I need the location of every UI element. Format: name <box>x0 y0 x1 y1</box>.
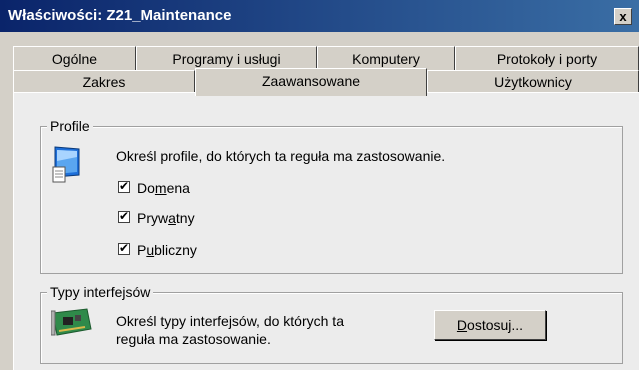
tab-label: Zakres <box>82 74 126 90</box>
interface-types-group-title: Typy interfejsów <box>47 284 154 300</box>
checkbox-domena-label: Domena <box>137 180 190 196</box>
profile-description: Określ profile, do których ta reguła ma … <box>116 148 446 164</box>
tab-komputery[interactable]: Komputery <box>317 46 455 70</box>
tab-ogolne[interactable]: Ogólne <box>13 46 136 70</box>
tab-programy-i-uslugi[interactable]: Programy i usługi <box>136 46 317 70</box>
tab-zakres[interactable]: Zakres <box>13 70 195 93</box>
network-card-icon <box>51 308 92 336</box>
tab-label: Protokoły i porty <box>496 51 598 67</box>
profile-group-title: Profile <box>47 118 93 134</box>
close-button[interactable]: x <box>614 8 632 25</box>
tab-protokoly-i-porty[interactable]: Protokoły i porty <box>455 46 639 70</box>
computer-profile-icon <box>52 146 80 183</box>
customize-button[interactable]: Dostosuj... <box>434 310 546 340</box>
checkbox-checked-icon[interactable] <box>118 179 130 193</box>
checkbox-prywatny-label: Prywatny <box>137 210 195 226</box>
tab-uzytkownicy[interactable]: Użytkownicy <box>427 70 639 93</box>
checkbox-publiczny-label: Publiczny <box>137 242 197 258</box>
tab-label: Ogólne <box>51 51 98 67</box>
tab-label: Zaawansowane <box>261 73 361 89</box>
window-title: Właściwości: Z21_Maintenance <box>8 7 232 24</box>
tab-label: Użytkownicy <box>494 74 572 90</box>
tab-zaawansowane[interactable]: Zaawansowane <box>195 68 427 96</box>
checkbox-checked-icon[interactable] <box>118 209 130 223</box>
title-bar: Właściwości: Z21_Maintenance x <box>0 0 639 32</box>
interface-description-line1: Określ typy interfejsów, do których ta <box>116 313 344 329</box>
checkbox-checked-icon[interactable] <box>118 241 130 255</box>
interface-types-group: Typy interfejsów Określ typy interfejsów… <box>40 284 623 364</box>
interface-description-line2: reguła ma zastosowanie. <box>116 331 271 347</box>
